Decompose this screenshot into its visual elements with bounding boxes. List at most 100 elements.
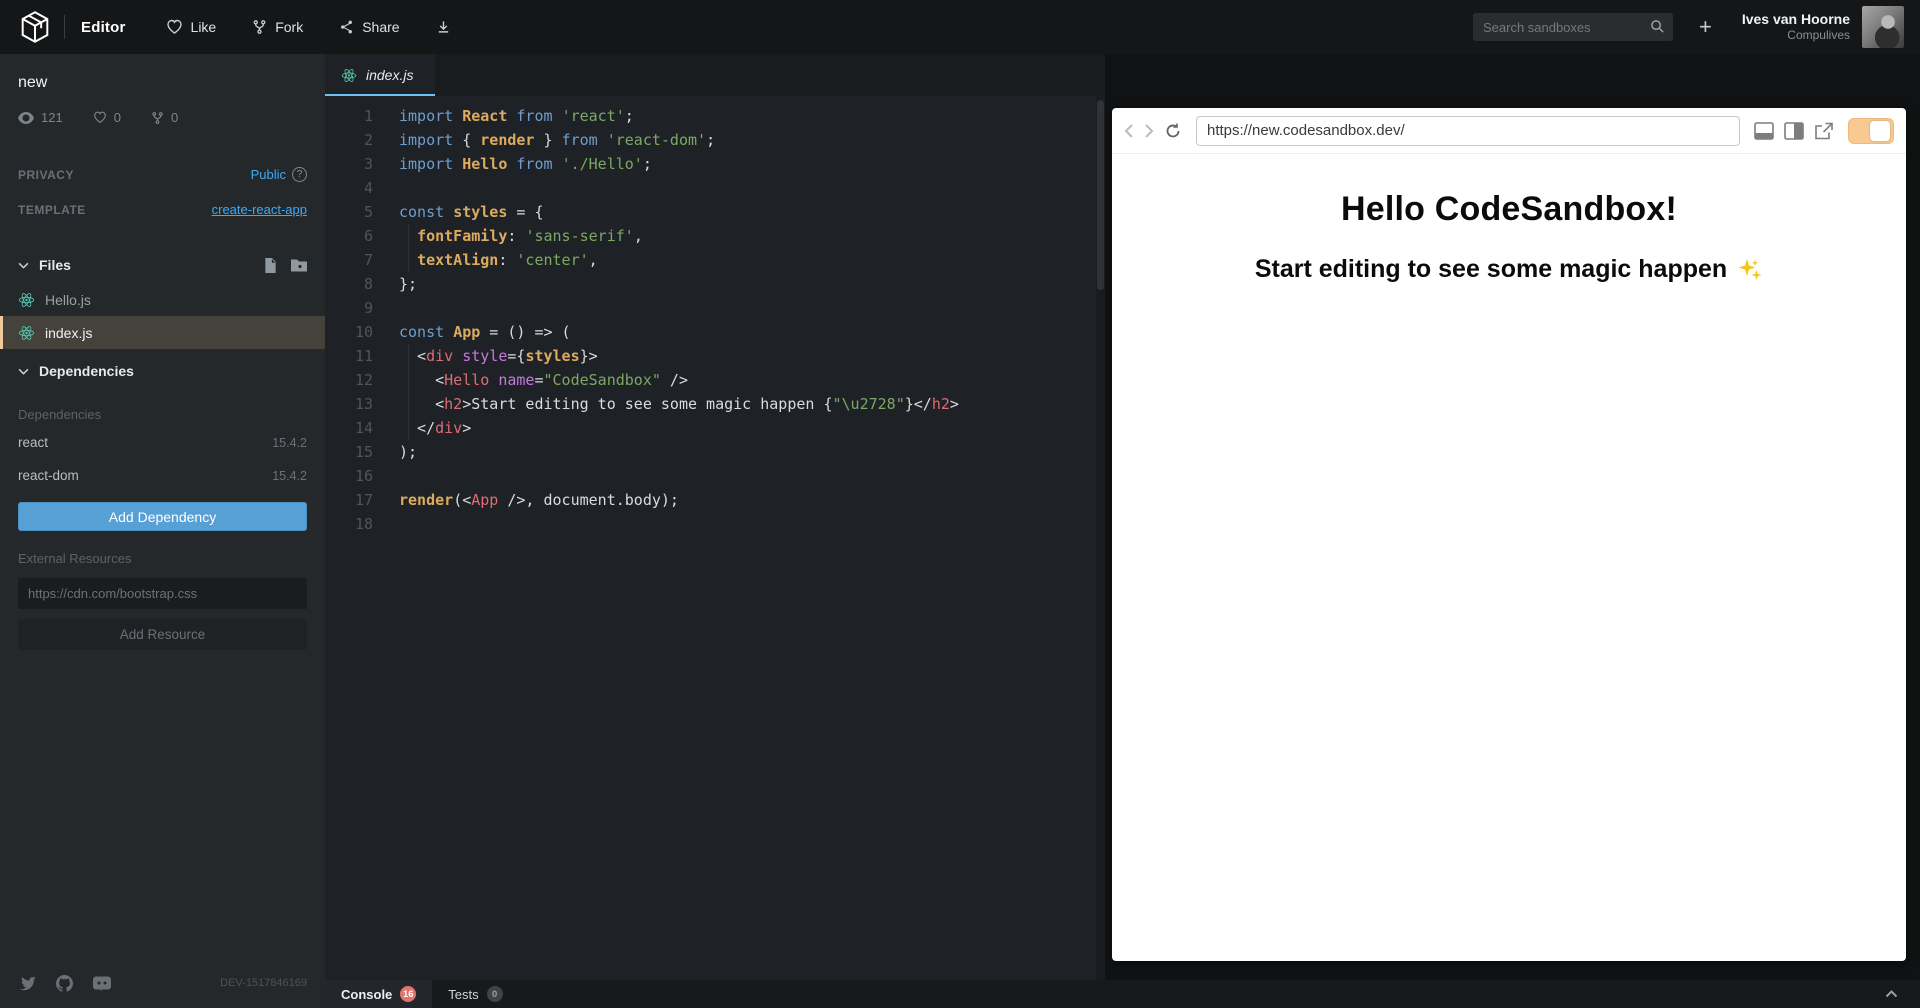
code-line[interactable]: 12 <Hello name="CodeSandbox" /> [325, 368, 1105, 392]
dependency-version: 15.4.2 [272, 436, 307, 450]
console-panel-icon[interactable] [1754, 122, 1774, 140]
url-input[interactable] [1196, 116, 1740, 146]
twitter-icon[interactable] [18, 976, 36, 991]
new-sandbox-button[interactable]: + [1699, 16, 1712, 38]
code-lines[interactable]: 1import React from 'react';2import { ren… [325, 96, 1105, 536]
editor-scrollbar[interactable] [1096, 96, 1105, 980]
code-line[interactable]: 6 fontFamily: 'sans-serif', [325, 224, 1105, 248]
code-line[interactable]: 1import React from 'react'; [325, 104, 1105, 128]
line-number: 7 [325, 248, 373, 272]
forks-stat[interactable]: 0 [151, 110, 178, 125]
react-icon [341, 68, 357, 83]
code-line[interactable]: 9 [325, 296, 1105, 320]
sandbox-stats: 121 0 0 [0, 92, 325, 125]
line-number: 5 [325, 200, 373, 224]
code-line[interactable]: 16 [325, 464, 1105, 488]
external-resource-input[interactable] [18, 578, 307, 609]
console-tab-label: Console [341, 987, 392, 1002]
dependencies-section-title: Dependencies [39, 363, 307, 379]
sidebar-footer: DEV-1517846169 [0, 958, 325, 1008]
user-info[interactable]: Ives van Hoorne Compulives [1742, 11, 1850, 44]
share-button[interactable]: Share [339, 19, 399, 35]
code-line[interactable]: 5const styles = { [325, 200, 1105, 224]
console-badge: 16 [400, 986, 416, 1002]
chevron-left-icon [1124, 123, 1134, 139]
file-item-index-js[interactable]: index.js [0, 316, 325, 349]
tab-name: index.js [366, 67, 413, 83]
tab-index-js[interactable]: index.js [325, 54, 435, 96]
editor-mode-label: Editor [81, 19, 126, 36]
expand-panel-button[interactable] [1885, 980, 1898, 1008]
dependency-version: 15.4.2 [272, 469, 307, 483]
back-button[interactable] [1124, 123, 1134, 139]
live-preview-toggle[interactable] [1848, 118, 1894, 144]
scrollbar-thumb[interactable] [1097, 100, 1104, 290]
line-number: 15 [325, 440, 373, 464]
fork-button[interactable]: Fork [252, 19, 303, 35]
refresh-button[interactable] [1164, 122, 1182, 140]
tests-tab[interactable]: Tests 0 [432, 980, 518, 1008]
user-team: Compulives [1742, 28, 1850, 43]
line-number: 8 [325, 272, 373, 296]
split-view-icon[interactable] [1784, 122, 1804, 140]
code-line[interactable]: 13 <h2>Start editing to see some magic h… [325, 392, 1105, 416]
search-input[interactable] [1473, 13, 1673, 41]
top-header: Editor Like Fork Share + Iv [0, 0, 1920, 54]
like-button[interactable]: Like [166, 19, 217, 35]
code-line[interactable]: 2import { render } from 'react-dom'; [325, 128, 1105, 152]
line-number: 6 [325, 224, 373, 248]
header-divider [64, 15, 65, 39]
code-line[interactable]: 10const App = () => ( [325, 320, 1105, 344]
add-resource-button[interactable]: Add Resource [18, 619, 307, 650]
github-icon[interactable] [56, 975, 73, 992]
code-line[interactable]: 18 [325, 512, 1105, 536]
code-line[interactable]: 3import Hello from './Hello'; [325, 152, 1105, 176]
file-item-hello-js[interactable]: Hello.js [0, 283, 325, 316]
discord-icon[interactable] [93, 976, 111, 991]
line-number: 11 [325, 344, 373, 368]
code-line[interactable]: 7 textAlign: 'center', [325, 248, 1105, 272]
code-line[interactable]: 15); [325, 440, 1105, 464]
code-line[interactable]: 11 <div style={styles}> [325, 344, 1105, 368]
react-icon [18, 292, 35, 308]
privacy-help-icon[interactable]: ? [292, 167, 307, 182]
search-icon [1650, 19, 1665, 34]
line-number: 12 [325, 368, 373, 392]
console-tab[interactable]: Console 16 [325, 980, 432, 1008]
dependency-row-react[interactable]: react 15.4.2 [0, 426, 325, 459]
code-line[interactable]: 17render(<App />, document.body); [325, 488, 1105, 512]
privacy-row: PRIVACY Public ? [0, 167, 325, 182]
download-button[interactable] [436, 19, 451, 35]
dependencies-section-header[interactable]: Dependencies [0, 363, 325, 379]
sparkles-icon [1737, 257, 1763, 283]
dependency-row-react-dom[interactable]: react-dom 15.4.2 [0, 459, 325, 492]
likes-stat[interactable]: 0 [93, 110, 121, 125]
preview-subheading-text: Start editing to see some magic happen [1255, 255, 1727, 284]
files-section-header[interactable]: Files [0, 257, 325, 273]
code-line[interactable]: 4 [325, 176, 1105, 200]
new-folder-icon[interactable] [291, 258, 307, 272]
active-tab-underline [325, 94, 435, 96]
dependencies-subheader: Dependencies [0, 379, 325, 422]
code-line[interactable]: 8}; [325, 272, 1105, 296]
like-label: Like [191, 19, 217, 35]
template-link[interactable]: create-react-app [212, 202, 307, 217]
open-in-new-window-icon[interactable] [1814, 122, 1834, 140]
likes-count: 0 [114, 110, 121, 125]
external-link-icon [1814, 122, 1834, 140]
heart-icon [166, 19, 183, 35]
line-number: 17 [325, 488, 373, 512]
toggle-knob [1870, 121, 1890, 141]
panel-bottom-icon [1754, 122, 1774, 140]
build-id: DEV-1517846169 [220, 977, 307, 989]
new-file-icon[interactable] [263, 258, 277, 273]
codesandbox-logo[interactable] [16, 8, 54, 46]
add-dependency-button[interactable]: Add Dependency [18, 502, 307, 531]
forward-button[interactable] [1144, 123, 1154, 139]
eye-icon [18, 112, 34, 124]
fork-icon [252, 19, 267, 35]
react-icon [18, 325, 35, 341]
chevron-right-icon [1144, 123, 1154, 139]
avatar[interactable] [1862, 6, 1904, 48]
code-line[interactable]: 14 </div> [325, 416, 1105, 440]
